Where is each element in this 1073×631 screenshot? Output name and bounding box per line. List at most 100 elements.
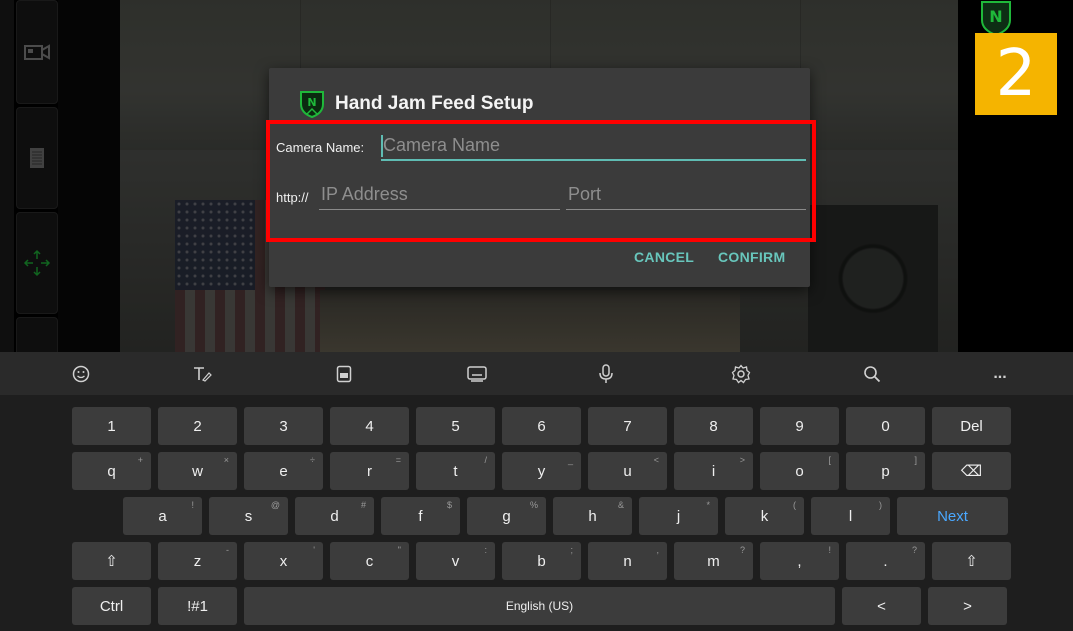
key-label: f [418, 507, 423, 525]
key-hint: & [617, 500, 624, 510]
key-v[interactable]: v: [416, 542, 495, 580]
key-hint: ] [914, 455, 917, 465]
key-space[interactable]: English (US) [244, 587, 835, 625]
on-screen-keyboard: ... 1 2 3 4 5 6 7 8 9 0 Del q + w × e ÷ r = t / y _ u < i > o[p] ⌫ a!… [0, 352, 1073, 631]
key-period[interactable]: .? [846, 542, 925, 580]
key-y[interactable]: y _ [502, 452, 581, 490]
key-s[interactable]: s @ [209, 497, 288, 535]
voice-input-button[interactable] [591, 359, 621, 389]
clipboard-button[interactable] [329, 359, 359, 389]
keyboard-search-button[interactable] [857, 359, 887, 389]
key-label: i [711, 462, 716, 480]
key-label: m [707, 552, 720, 570]
key-hint: ' [313, 545, 315, 555]
key-hint: ) [879, 500, 882, 510]
dialog-title: Hand Jam Feed Setup [335, 93, 534, 114]
key-p[interactable]: p] [846, 452, 925, 490]
more-options-button[interactable]: ... [985, 359, 1015, 389]
key-a[interactable]: a! [123, 497, 202, 535]
key-f[interactable]: f $ [381, 497, 460, 535]
handwriting-button[interactable] [187, 359, 217, 389]
key-shift[interactable]: ⇧ [932, 542, 1011, 580]
key-label: k [760, 507, 769, 525]
key-d[interactable]: d # [295, 497, 374, 535]
key-4[interactable]: 4 [330, 407, 409, 445]
key-shift[interactable]: ⇧ [72, 542, 151, 580]
key-3[interactable]: 3 [244, 407, 323, 445]
key-i[interactable]: i > [674, 452, 753, 490]
key-b[interactable]: b; [502, 542, 581, 580]
key-6[interactable]: 6 [502, 407, 581, 445]
key-9[interactable]: 9 [760, 407, 839, 445]
key-c[interactable]: c " [330, 542, 409, 580]
key-label: 5 [451, 417, 460, 435]
key-k[interactable]: k( [725, 497, 804, 535]
confirm-button[interactable]: CONFIRM [718, 249, 785, 265]
dialog-header: N Hand Jam Feed Setup [299, 90, 534, 118]
key-t[interactable]: t / [416, 452, 495, 490]
more-icon: ... [993, 365, 1007, 382]
key-hint: ; [570, 545, 573, 555]
key-q[interactable]: q + [72, 452, 151, 490]
clipboard-icon [336, 365, 352, 383]
key-hint: : [484, 545, 487, 555]
key-label: ⇧ [105, 553, 118, 570]
key-hint: = [395, 455, 401, 465]
key-8[interactable]: 8 [674, 407, 753, 445]
key-e[interactable]: e ÷ [244, 452, 323, 490]
key-hint: ( [793, 500, 796, 510]
key-u[interactable]: u < [588, 452, 667, 490]
key-label: 1 [107, 417, 116, 435]
key-0[interactable]: 0 [846, 407, 925, 445]
emoji-button[interactable] [66, 359, 96, 389]
key-hint: _ [567, 455, 573, 465]
key-l[interactable]: l) [811, 497, 890, 535]
keyboard-settings-button[interactable] [726, 359, 756, 389]
key-hint: - [226, 545, 229, 555]
key-w[interactable]: w × [158, 452, 237, 490]
cancel-button[interactable]: CANCEL [634, 249, 694, 265]
key-label: n [623, 552, 632, 570]
key-hint: % [529, 500, 538, 510]
key-label: 3 [279, 417, 288, 435]
key-hint: * [706, 500, 710, 510]
key-symbols[interactable]: !#1 [158, 587, 237, 625]
key-h[interactable]: h & [553, 497, 632, 535]
key-hint: ! [828, 545, 831, 555]
key-backspace[interactable]: ⌫ [932, 452, 1011, 490]
key-next[interactable]: Next [897, 497, 1008, 535]
key-label: b [537, 552, 546, 570]
key-label: English (US) [505, 599, 574, 613]
key-7[interactable]: 7 [588, 407, 667, 445]
key-right-arrow[interactable]: > [928, 587, 1007, 625]
key-left-arrow[interactable]: < [842, 587, 921, 625]
key-label: > [963, 597, 972, 615]
key-m[interactable]: m? [674, 542, 753, 580]
key-delete[interactable]: Del [932, 407, 1011, 445]
key-ctrl[interactable]: Ctrl [72, 587, 151, 625]
key-label: c [365, 552, 374, 570]
highlight-box [266, 120, 816, 242]
key-2[interactable]: 2 [158, 407, 237, 445]
key-r[interactable]: r = [330, 452, 409, 490]
key-g[interactable]: g% [467, 497, 546, 535]
key-label: ⇧ [965, 553, 978, 570]
key-1[interactable]: 1 [72, 407, 151, 445]
keyboard-switch-button[interactable] [462, 359, 492, 389]
key-z[interactable]: z- [158, 542, 237, 580]
key-label: < [877, 597, 886, 615]
key-o[interactable]: o[ [760, 452, 839, 490]
key-n[interactable]: n, [588, 542, 667, 580]
key-hint: [ [828, 455, 831, 465]
key-j[interactable]: j * [639, 497, 718, 535]
key-label: w [192, 462, 203, 480]
key-label: 8 [709, 417, 718, 435]
key-hint: > [739, 455, 745, 465]
key-label: z [193, 552, 202, 570]
key-x[interactable]: x ' [244, 542, 323, 580]
key-5[interactable]: 5 [416, 407, 495, 445]
keyboard-icon [467, 366, 487, 382]
key-label: 0 [881, 417, 890, 435]
key-comma[interactable]: ,! [760, 542, 839, 580]
key-label: !#1 [187, 597, 208, 615]
